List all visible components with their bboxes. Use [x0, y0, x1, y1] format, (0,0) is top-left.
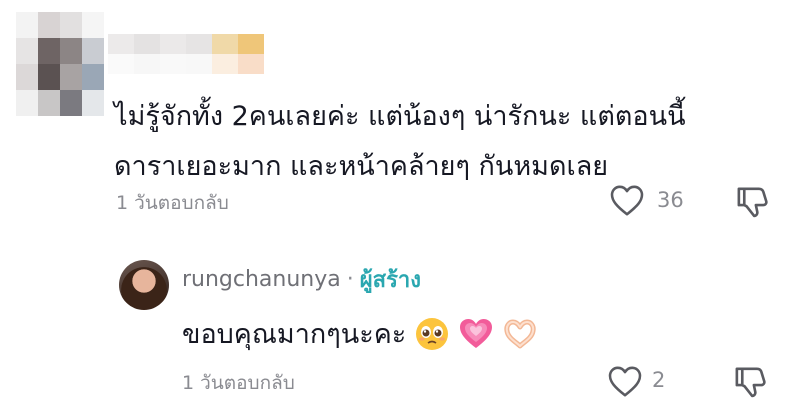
commenter-name[interactable]: [108, 34, 264, 74]
comment-line: ไม่รู้จักทั้ง 2คนเลยค่ะ แต่น้องๆ น่ารักน…: [114, 101, 686, 132]
comment-text: ไม่รู้จักทั้ง 2คนเลยค่ะ แต่น้องๆ น่ารักน…: [114, 92, 774, 192]
heart-outline-icon[interactable]: [609, 183, 645, 217]
avatar[interactable]: [119, 260, 169, 310]
comment-line: ดาราเยอะมาก และหน้าคล้ายๆ กันหมดเลย: [114, 151, 609, 182]
heart-outline-icon[interactable]: [607, 364, 643, 398]
pleading-face-emoji: [414, 316, 450, 352]
timestamp: 1 วัน: [116, 192, 158, 214]
heart-hands-emoji: [502, 316, 538, 352]
like-count: 2: [652, 368, 666, 392]
growing-heart-emoji: [458, 316, 494, 352]
creator-badge: ผู้สร้าง: [359, 268, 421, 293]
comment-meta: 1 วัน ตอบกลับ: [116, 188, 229, 218]
reply-message: ขอบคุณมากๆนะคะ: [182, 319, 407, 350]
dislike-icon[interactable]: [733, 363, 767, 401]
reply-text: ขอบคุณมากๆนะคะ: [182, 312, 538, 355]
reply-button[interactable]: ตอบกลับ: [158, 188, 229, 218]
like-count: 36: [657, 188, 684, 212]
timestamp: 1 วัน: [182, 372, 224, 394]
avatar[interactable]: [16, 12, 104, 116]
reply-button[interactable]: ตอบกลับ: [224, 368, 295, 398]
reply-meta: 1 วัน ตอบกลับ: [182, 368, 295, 398]
dislike-icon[interactable]: [735, 183, 769, 221]
username[interactable]: rungchanunya: [182, 267, 341, 292]
separator: ·: [346, 267, 354, 292]
reply-header: rungchanunya · ผู้สร้าง: [182, 262, 421, 297]
